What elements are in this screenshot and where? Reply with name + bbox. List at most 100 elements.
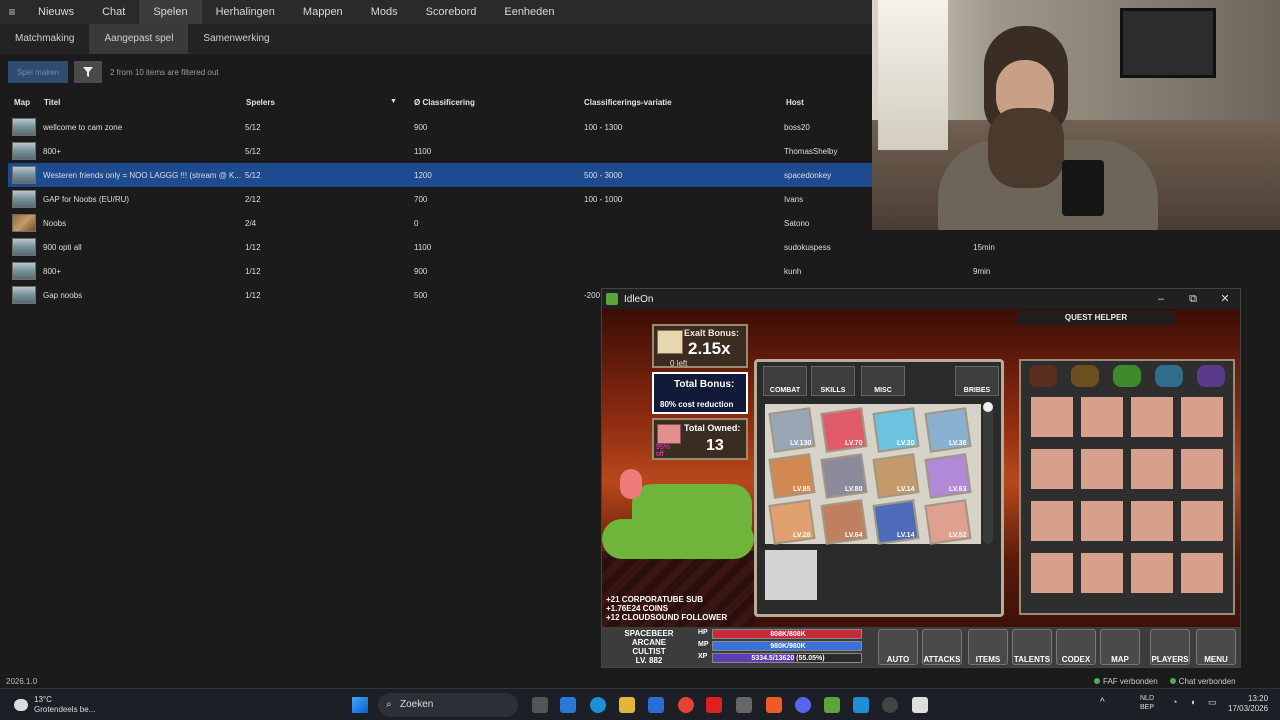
notepad-icon[interactable] bbox=[912, 697, 928, 713]
outlook-icon[interactable] bbox=[648, 697, 664, 713]
selected-slot[interactable] bbox=[765, 550, 817, 600]
table-row[interactable]: Noobs 2/4 0 Satono bbox=[8, 211, 872, 235]
col-title[interactable]: Titel bbox=[44, 98, 60, 107]
brave-icon[interactable] bbox=[766, 697, 782, 713]
hamburger-icon[interactable]: ≡ bbox=[0, 5, 24, 19]
volume-icon[interactable]: ◖ bbox=[1190, 697, 1195, 707]
stamp-item[interactable]: LV.28 bbox=[768, 499, 816, 545]
tab-skills[interactable]: SKILLS bbox=[811, 366, 855, 396]
language-indicator[interactable]: NLD BEP bbox=[1140, 694, 1154, 712]
stamp-item[interactable]: LV.130 bbox=[768, 407, 816, 453]
nav-item-eenheden[interactable]: Eenheden bbox=[490, 0, 568, 24]
stamp-item[interactable]: LV.80 bbox=[820, 453, 868, 499]
stamp-item[interactable]: LV.30 bbox=[872, 407, 920, 453]
quest-npc-icon[interactable] bbox=[1113, 365, 1141, 387]
idleon-taskbar-icon[interactable] bbox=[824, 697, 840, 713]
stamp-item[interactable]: LV.70 bbox=[820, 407, 868, 453]
quest-slot[interactable] bbox=[1031, 501, 1073, 541]
stamp-item[interactable]: LV.14 bbox=[872, 453, 920, 499]
table-row[interactable]: 800+ 5/12 1100 ThomasShelby bbox=[8, 139, 872, 163]
faf-icon[interactable] bbox=[882, 697, 898, 713]
stamp-item[interactable]: LV.63 bbox=[924, 453, 972, 499]
faf-status[interactable]: FAF verbonden bbox=[1094, 677, 1158, 686]
task-view-icon[interactable] bbox=[532, 697, 548, 713]
hud-button-map[interactable]: MAP bbox=[1100, 629, 1140, 665]
stamp-item[interactable]: LV.64 bbox=[820, 499, 868, 545]
edge-icon[interactable] bbox=[590, 697, 606, 713]
hud-button-auto[interactable]: AUTO bbox=[878, 629, 918, 665]
table-row[interactable]: wellcome to cam zone 5/12 900 100 - 1300 bos… bbox=[8, 115, 872, 139]
wifi-icon[interactable]: ◔ bbox=[1172, 697, 1177, 707]
quest-slot[interactable] bbox=[1081, 397, 1123, 437]
stamp-item[interactable]: LV.85 bbox=[768, 453, 816, 499]
hud-button-codex[interactable]: CODEX bbox=[1056, 629, 1096, 665]
create-game-button[interactable]: Spel maken bbox=[8, 61, 68, 83]
file-explorer-icon[interactable] bbox=[619, 697, 635, 713]
col-map[interactable]: Map bbox=[14, 98, 30, 107]
quest-helper-header[interactable]: QUEST HELPER bbox=[1018, 311, 1174, 325]
quest-slot[interactable] bbox=[1031, 397, 1073, 437]
quest-slot[interactable] bbox=[1081, 449, 1123, 489]
table-row[interactable]: 900 opti all 1/12 1100 sudokuspess 15min bbox=[8, 235, 995, 259]
quest-slot[interactable] bbox=[1181, 397, 1223, 437]
nav-item-nieuws[interactable]: Nieuws bbox=[24, 0, 88, 24]
clock[interactable]: 13:20 17/03/2026 bbox=[1228, 694, 1268, 714]
col-players[interactable]: Spelers bbox=[246, 98, 275, 107]
calculator-icon[interactable] bbox=[736, 697, 752, 713]
quest-npc-icon[interactable] bbox=[1029, 365, 1057, 387]
quest-slot[interactable] bbox=[1131, 501, 1173, 541]
hud-button-items[interactable]: ITEMS bbox=[968, 629, 1008, 665]
stamp-item[interactable]: LV.52 bbox=[924, 499, 972, 545]
quest-slot[interactable] bbox=[1031, 449, 1073, 489]
quest-npc-icon[interactable] bbox=[1071, 365, 1099, 387]
col-variation[interactable]: Classificerings-variatie bbox=[584, 98, 672, 107]
table-row[interactable]: Westeren friends only = NOO LAGGG !!! (s… bbox=[8, 163, 872, 187]
tab-bribes[interactable]: BRIBES bbox=[955, 366, 999, 396]
quest-slot[interactable] bbox=[1081, 553, 1123, 593]
table-row[interactable]: GAP for Noobs (EU/RU) 2/12 700 100 - 1000 Iv… bbox=[8, 187, 872, 211]
tab-aangepast-spel[interactable]: Aangepast spel bbox=[89, 23, 189, 54]
close-button[interactable]: ✕ bbox=[1210, 291, 1240, 307]
col-rating[interactable]: Ø Classificering bbox=[414, 98, 475, 107]
hud-button-menu[interactable]: MENU bbox=[1196, 629, 1236, 665]
minimize-button[interactable]: – bbox=[1146, 291, 1176, 307]
nav-item-herhalingen[interactable]: Herhalingen bbox=[202, 0, 289, 24]
stamp-item[interactable]: LV.36 bbox=[924, 407, 972, 453]
nav-item-scorebord[interactable]: Scorebord bbox=[412, 0, 491, 24]
chat-status[interactable]: Chat verbonden bbox=[1169, 677, 1236, 686]
taskbar-search[interactable]: ⌕ Zoeken bbox=[378, 693, 518, 717]
quest-npc-icon[interactable] bbox=[1155, 365, 1183, 387]
quest-npc-icon[interactable] bbox=[1197, 365, 1225, 387]
nav-item-mods[interactable]: Mods bbox=[357, 0, 412, 24]
youtube-icon[interactable] bbox=[706, 697, 722, 713]
discord-icon[interactable] bbox=[795, 697, 811, 713]
tray-chevron-icon[interactable]: ^ bbox=[1100, 697, 1105, 708]
quest-slot[interactable] bbox=[1181, 501, 1223, 541]
scroll-knob[interactable] bbox=[983, 402, 993, 412]
quest-slot[interactable] bbox=[1131, 553, 1173, 593]
quest-slot[interactable] bbox=[1131, 449, 1173, 489]
hud-button-players[interactable]: PLAYERS bbox=[1150, 629, 1190, 665]
tab-combat[interactable]: COMBAT bbox=[763, 366, 807, 396]
nav-item-spelen[interactable]: Spelen bbox=[139, 0, 202, 24]
quest-slot[interactable] bbox=[1081, 501, 1123, 541]
quest-slot[interactable] bbox=[1181, 553, 1223, 593]
filter-button[interactable] bbox=[74, 61, 102, 83]
chrome-icon[interactable] bbox=[678, 697, 694, 713]
battery-icon[interactable]: ▭ bbox=[1208, 697, 1217, 708]
sort-desc-icon[interactable]: ▼ bbox=[390, 98, 397, 105]
tab-samenwerking[interactable]: Samenwerking bbox=[188, 24, 284, 54]
nav-item-mappen[interactable]: Mappen bbox=[289, 0, 357, 24]
app-icon[interactable] bbox=[853, 697, 869, 713]
quest-slot[interactable] bbox=[1131, 397, 1173, 437]
windows-start-icon[interactable] bbox=[352, 697, 368, 713]
game-scene[interactable]: Exalt Bonus: 2.15x 0 left Total Bonus: 8… bbox=[602, 309, 1240, 667]
stamp-item[interactable]: LV.14 bbox=[872, 499, 920, 545]
col-host[interactable]: Host bbox=[786, 98, 804, 107]
table-row[interactable]: 800+ 1/12 900 kunh 9min bbox=[8, 259, 990, 283]
quest-slot[interactable] bbox=[1031, 553, 1073, 593]
scrollbar[interactable] bbox=[983, 404, 993, 544]
tab-misc[interactable]: MISC bbox=[861, 366, 905, 396]
store-icon[interactable] bbox=[560, 697, 576, 713]
hud-button-talents[interactable]: TALENTS bbox=[1012, 629, 1052, 665]
